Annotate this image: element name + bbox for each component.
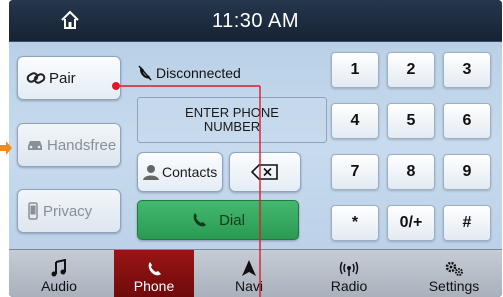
backspace-icon	[251, 164, 278, 180]
dial-label: Dial	[219, 211, 245, 229]
handsfree-button[interactable]: Handsfree	[17, 123, 121, 167]
key-star[interactable]: *	[331, 205, 379, 241]
key-0-plus[interactable]: 0/+	[387, 205, 435, 241]
key-3[interactable]: 3	[443, 52, 491, 88]
key-4[interactable]: 4	[331, 103, 379, 139]
disconnected-phone-icon	[138, 65, 152, 81]
bottom-nav: Audio Phone Navi Radio Settings	[9, 249, 502, 297]
nav-navi-label: Navi	[234, 278, 263, 294]
backspace-button[interactable]	[229, 152, 301, 192]
pair-label: Pair	[49, 69, 76, 87]
key-6[interactable]: 6	[443, 103, 491, 139]
phone-icon	[193, 213, 207, 227]
key-9[interactable]: 9	[443, 154, 491, 190]
nav-audio[interactable]: Audio	[19, 250, 99, 297]
key-1[interactable]: 1	[331, 52, 379, 88]
connection-status: Disconnected	[137, 60, 327, 86]
mobile-phone-icon	[28, 202, 38, 220]
key-8[interactable]: 8	[387, 154, 435, 190]
link-icon	[26, 72, 46, 84]
infotainment-screen: 11:30 AM Pair Handsfree Privacy Disconne…	[9, 0, 502, 297]
privacy-button[interactable]: Privacy	[17, 189, 121, 233]
contacts-label: Contacts	[162, 164, 218, 180]
connection-status-text: Disconnected	[156, 65, 241, 81]
pair-button[interactable]: Pair	[17, 56, 121, 100]
nav-radio-label: Radio	[330, 278, 368, 294]
privacy-label: Privacy	[43, 202, 93, 220]
phone-icon	[148, 262, 161, 276]
key-2[interactable]: 2	[387, 52, 435, 88]
contact-person-icon	[143, 165, 159, 180]
nav-radio[interactable]: Radio	[309, 250, 389, 297]
nav-settings-label: Settings	[428, 278, 480, 294]
callout-arrow-icon	[0, 141, 12, 155]
car-icon	[28, 141, 42, 150]
nav-phone-label: Phone	[133, 278, 175, 294]
phone-panel: Pair Handsfree Privacy Disconnected ENTE…	[9, 42, 502, 249]
nav-phone[interactable]: Phone	[114, 250, 194, 297]
key-5[interactable]: 5	[387, 103, 435, 139]
status-bar: 11:30 AM	[9, 0, 502, 42]
gears-icon	[445, 261, 463, 276]
music-note-icon	[51, 259, 66, 277]
handsfree-label: Handsfree	[47, 136, 117, 154]
radio-broadcast-icon	[339, 261, 359, 276]
nav-settings[interactable]: Settings	[414, 250, 494, 297]
contacts-button[interactable]: Contacts	[137, 152, 223, 192]
key-hash[interactable]: #	[443, 205, 491, 241]
phone-number-input[interactable]: ENTER PHONE NUMBER	[137, 97, 327, 143]
clock: 11:30 AM	[211, 10, 300, 32]
navigation-arrow-icon	[242, 260, 256, 276]
dial-button[interactable]: Dial	[137, 200, 299, 240]
key-7[interactable]: 7	[331, 154, 379, 190]
nav-audio-label: Audio	[41, 278, 77, 294]
nav-navi[interactable]: Navi	[209, 250, 289, 297]
